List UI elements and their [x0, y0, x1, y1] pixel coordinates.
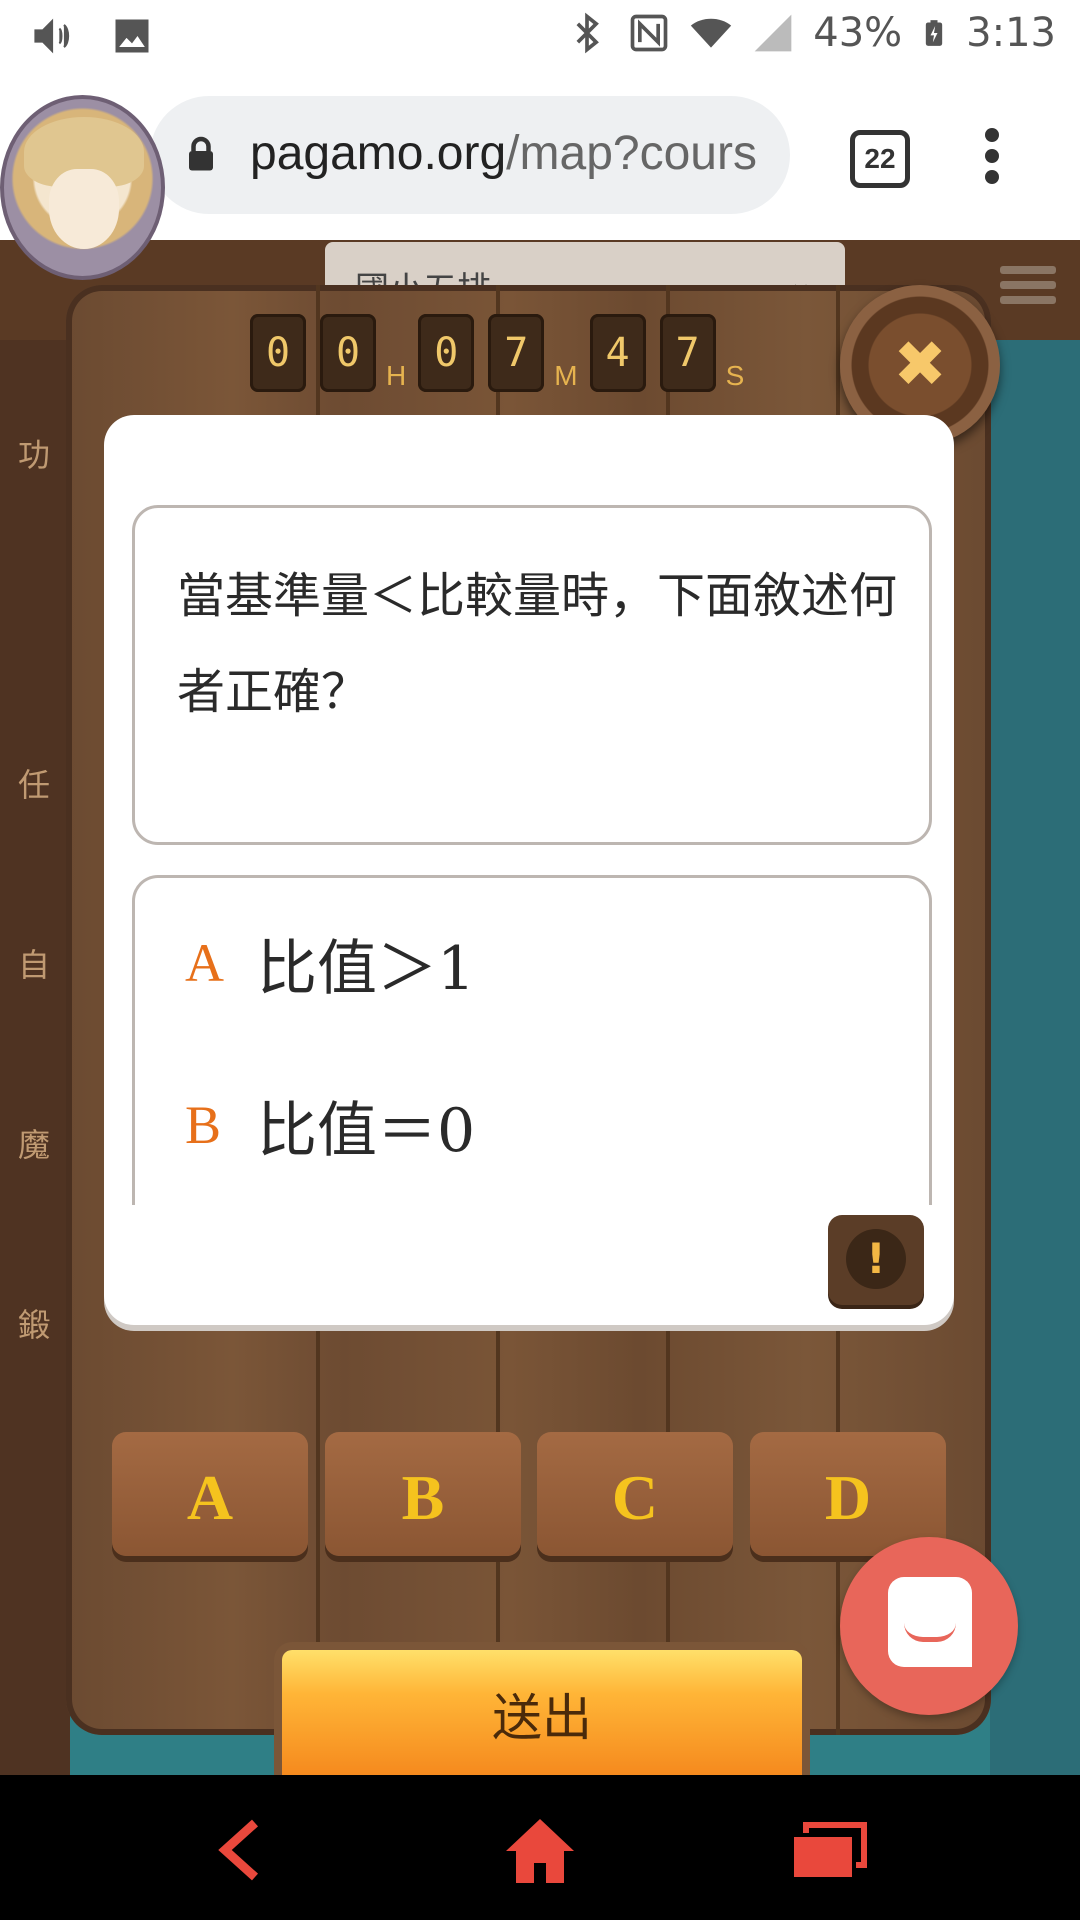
timer-digit: 0 [320, 314, 376, 392]
chat-button[interactable] [840, 1537, 1018, 1715]
option-b[interactable]: B 比值＝0 [185, 1080, 475, 1170]
timer-digit: 4 [589, 314, 646, 392]
url-path: /map?cours [506, 127, 757, 180]
timer-unit-seconds: S [725, 360, 745, 391]
avatar[interactable] [0, 95, 165, 280]
url-text: pagamo.org/map?cours [250, 126, 757, 181]
submit-label: 送出 [492, 1689, 592, 1747]
home-icon[interactable] [500, 1815, 580, 1885]
lock-icon [189, 136, 213, 171]
answer-button-a[interactable]: A [112, 1432, 308, 1556]
bluetooth-icon [576, 12, 600, 54]
url-domain: pagamo.org [250, 127, 507, 180]
signal-icon [754, 14, 792, 52]
status-bar: 43% 3:13 [0, 0, 1080, 72]
option-a[interactable]: A 比值＞1 [185, 918, 475, 1008]
options-list: A 比值＞1 B 比值＝0 [132, 875, 932, 1205]
option-text: 比值＞1 [257, 933, 476, 1004]
question-text: 當基準量＜比較量時，下面敘述何者正確？ [177, 568, 898, 720]
tab-switcher-button[interactable]: 22 [850, 130, 910, 188]
battery-charging-icon [926, 20, 943, 46]
timer-digit: 7 [488, 314, 545, 392]
side-label[interactable]: 鍛 [18, 1300, 50, 1346]
browser-toolbar: pagamo.org/map?cours 22 [0, 72, 1080, 240]
answer-button-b[interactable]: B [325, 1432, 521, 1556]
back-icon[interactable] [200, 1815, 280, 1885]
clock: 3:13 [966, 10, 1056, 56]
exclamation-icon: ! [846, 1229, 906, 1289]
option-text: 比值＝0 [257, 1095, 476, 1166]
wifi-icon [691, 18, 732, 48]
more-options-icon[interactable] [982, 128, 1002, 188]
timer-digit: 7 [659, 314, 716, 392]
option-letter: B [185, 1095, 222, 1155]
nfc-icon [630, 14, 668, 52]
gallery-icon [115, 19, 149, 53]
menu-icon[interactable] [1000, 266, 1056, 306]
volume-icon [34, 18, 70, 54]
android-nav-bar [0, 1775, 1080, 1920]
chat-icon [888, 1577, 972, 1667]
address-bar[interactable]: pagamo.org/map?cours [150, 96, 790, 214]
timer-digit: 0 [418, 314, 475, 392]
side-label[interactable]: 魔 [18, 1120, 50, 1166]
timer-unit-hours: H [386, 360, 407, 391]
question-box: 當基準量＜比較量時，下面敘述何者正確？ [132, 505, 932, 845]
answer-button-c[interactable]: C [537, 1432, 733, 1556]
countdown-timer: 0 0 H 0 7 M 4 7 S [250, 310, 756, 392]
timer-digit: 0 [250, 314, 306, 392]
report-button[interactable]: ! [828, 1215, 924, 1305]
side-menu: 功 任 自 魔 鍛 [0, 340, 70, 1775]
map-edge [990, 340, 1080, 1775]
timer-unit-minutes: M [554, 360, 578, 391]
recents-icon[interactable] [790, 1815, 870, 1885]
side-label[interactable]: 自 [18, 940, 50, 986]
submit-button[interactable]: 送出 [282, 1650, 802, 1775]
side-label[interactable]: 任 [18, 760, 50, 806]
option-letter: A [185, 933, 224, 993]
battery-percent: 43% [813, 10, 903, 56]
side-label[interactable]: 功 [18, 430, 50, 476]
